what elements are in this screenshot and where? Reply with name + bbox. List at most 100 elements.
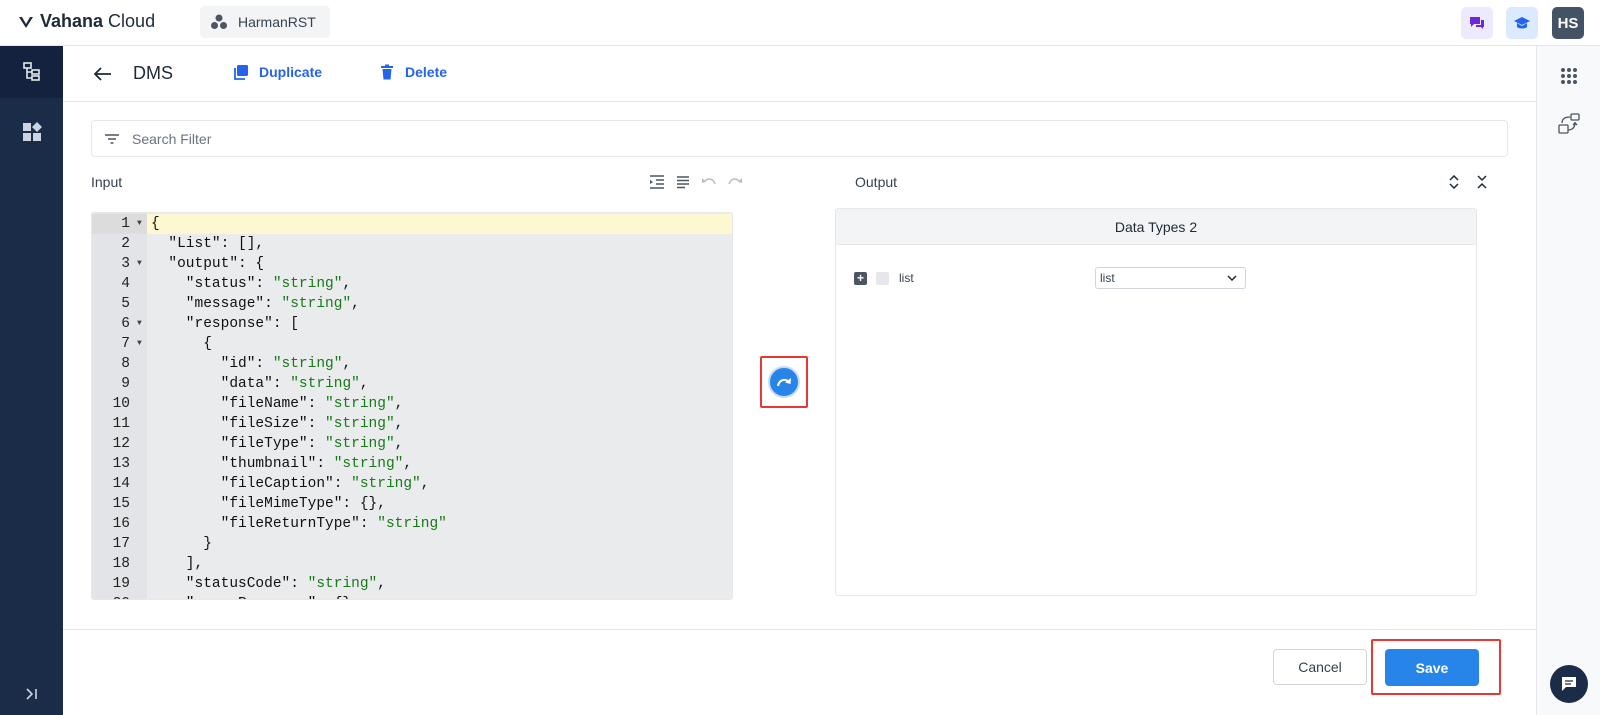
search-input[interactable] xyxy=(132,130,1432,147)
filter-icon xyxy=(105,133,119,144)
undo-button[interactable] xyxy=(701,174,717,190)
code-line: 13 "thumbnail": "string", xyxy=(92,454,732,474)
duplicate-button[interactable]: Duplicate xyxy=(233,64,322,80)
code-text[interactable]: "thumbnail": "string", xyxy=(147,454,732,474)
code-line: 15 "fileMimeType": {}, xyxy=(92,494,732,514)
code-text[interactable]: "statusCode": "string", xyxy=(147,574,732,594)
row-checkbox[interactable] xyxy=(876,271,889,285)
learning-button[interactable] xyxy=(1506,7,1538,39)
code-line: 9 "data": "string", xyxy=(92,374,732,394)
row-name: list xyxy=(899,271,914,285)
fold-toggle-icon[interactable]: ▼ xyxy=(137,334,142,354)
line-number: 4 xyxy=(121,276,130,292)
code-text[interactable]: { xyxy=(147,214,732,234)
line-number: 14 xyxy=(112,476,130,492)
line-number: 19 xyxy=(112,576,130,592)
redo-arrow-icon xyxy=(777,378,791,387)
code-line: 8 "id": "string", xyxy=(92,354,732,374)
code-line: 2 "List": [], xyxy=(92,234,732,254)
left-sidebar xyxy=(0,46,63,715)
format-code-button[interactable] xyxy=(649,174,665,190)
workspace-icon xyxy=(211,14,227,29)
expand-sidebar-button[interactable] xyxy=(0,679,63,709)
footer-actions: Cancel Save xyxy=(63,629,1536,715)
type-select[interactable]: list xyxy=(1095,267,1246,289)
compact-code-button[interactable] xyxy=(675,174,691,190)
back-button[interactable] xyxy=(91,62,115,86)
line-number: 9 xyxy=(121,376,130,392)
code-text[interactable]: "id": "string", xyxy=(147,354,732,374)
code-line: 11 "fileSize": "string", xyxy=(92,414,732,434)
right-rail xyxy=(1536,46,1600,715)
save-button[interactable]: Save xyxy=(1385,649,1479,686)
code-text[interactable]: "status": "string", xyxy=(147,274,732,294)
fold-toggle-icon[interactable]: ▼ xyxy=(137,314,142,334)
code-line: 16 "fileReturnType": "string" xyxy=(92,514,732,534)
code-text[interactable]: "fileCaption": "string", xyxy=(147,474,732,494)
data-mapper-button[interactable] xyxy=(1555,110,1583,138)
code-text[interactable]: "fileSize": "string", xyxy=(147,414,732,434)
code-text[interactable]: } xyxy=(147,534,732,554)
json-editor[interactable]: 1 ▼{2 "List": [], 3 ▼ "output": {4 "status"… xyxy=(91,212,733,600)
expand-vertical-icon xyxy=(1449,175,1459,189)
chat-support-button[interactable] xyxy=(1550,665,1588,703)
graduation-cap-icon xyxy=(1514,17,1530,29)
messages-button[interactable] xyxy=(1461,7,1493,39)
line-number: 18 xyxy=(112,556,130,572)
undo-icon xyxy=(702,178,716,185)
code-text[interactable]: "List": [], xyxy=(147,234,732,254)
line-number: 16 xyxy=(112,516,130,532)
collapse-vertical-icon xyxy=(1477,175,1487,189)
line-number: 12 xyxy=(112,436,130,452)
code-text[interactable]: "data": "string", xyxy=(147,374,732,394)
code-text[interactable]: "errorResponse": {} xyxy=(147,594,732,599)
code-text[interactable]: "fileMimeType": {}, xyxy=(147,494,732,514)
copy-icon xyxy=(234,65,248,80)
output-row: + list list xyxy=(854,267,1254,289)
fold-toggle-icon[interactable]: ▼ xyxy=(137,254,142,274)
code-text[interactable]: "response": [ xyxy=(147,314,732,334)
expand-right-icon xyxy=(25,688,37,700)
output-toolbar xyxy=(1447,174,1489,190)
expand-all-button[interactable] xyxy=(1447,174,1461,190)
code-text[interactable]: "message": "string", xyxy=(147,294,732,314)
code-text[interactable]: "output": { xyxy=(147,254,732,274)
code-line: 20 "errorResponse": {} xyxy=(92,594,732,599)
delete-button[interactable]: Delete xyxy=(379,64,447,80)
line-number: 13 xyxy=(112,456,130,472)
input-panel-label: Input xyxy=(91,174,123,190)
code-text[interactable]: "fileType": "string", xyxy=(147,434,732,454)
code-line: 12 "fileType": "string", xyxy=(92,434,732,454)
code-text[interactable]: "fileName": "string", xyxy=(147,394,732,414)
code-text[interactable]: "fileReturnType": "string" xyxy=(147,514,732,534)
sidebar-item-widgets[interactable] xyxy=(0,106,63,158)
line-number: 10 xyxy=(112,396,130,412)
code-text[interactable]: { xyxy=(147,334,732,354)
code-line: 6 ▼ "response": [ xyxy=(92,314,732,334)
sidebar-item-tree[interactable] xyxy=(0,46,63,98)
output-table-title: Data Types 2 xyxy=(836,209,1476,245)
convert-button[interactable] xyxy=(768,366,800,398)
workspace-selector[interactable]: HarmanRST xyxy=(200,6,330,38)
editor-toolbar xyxy=(649,174,743,190)
arrow-left-icon xyxy=(94,67,111,81)
cancel-button[interactable]: Cancel xyxy=(1273,649,1367,685)
expand-row-icon[interactable]: + xyxy=(854,271,867,285)
apps-button[interactable] xyxy=(1555,62,1583,90)
code-line: 1 ▼{ xyxy=(92,214,732,234)
code-line: 18 ], xyxy=(92,554,732,574)
redo-button[interactable] xyxy=(727,174,743,190)
widgets-icon xyxy=(22,122,42,141)
line-number: 15 xyxy=(112,496,130,512)
line-number: 5 xyxy=(121,296,130,312)
user-avatar[interactable]: HS xyxy=(1552,7,1584,39)
chevron-down-icon xyxy=(1227,275,1237,281)
fold-toggle-icon[interactable]: ▼ xyxy=(137,214,142,234)
brand-name: Vahana xyxy=(40,11,104,31)
code-line: 7 ▼ { xyxy=(92,334,732,354)
code-text[interactable]: ], xyxy=(147,554,732,574)
brand-logo[interactable]: Vahana Cloud xyxy=(18,11,155,32)
align-lines-icon xyxy=(677,176,689,189)
code-line: 10 "fileName": "string", xyxy=(92,394,732,414)
collapse-all-button[interactable] xyxy=(1475,174,1489,190)
